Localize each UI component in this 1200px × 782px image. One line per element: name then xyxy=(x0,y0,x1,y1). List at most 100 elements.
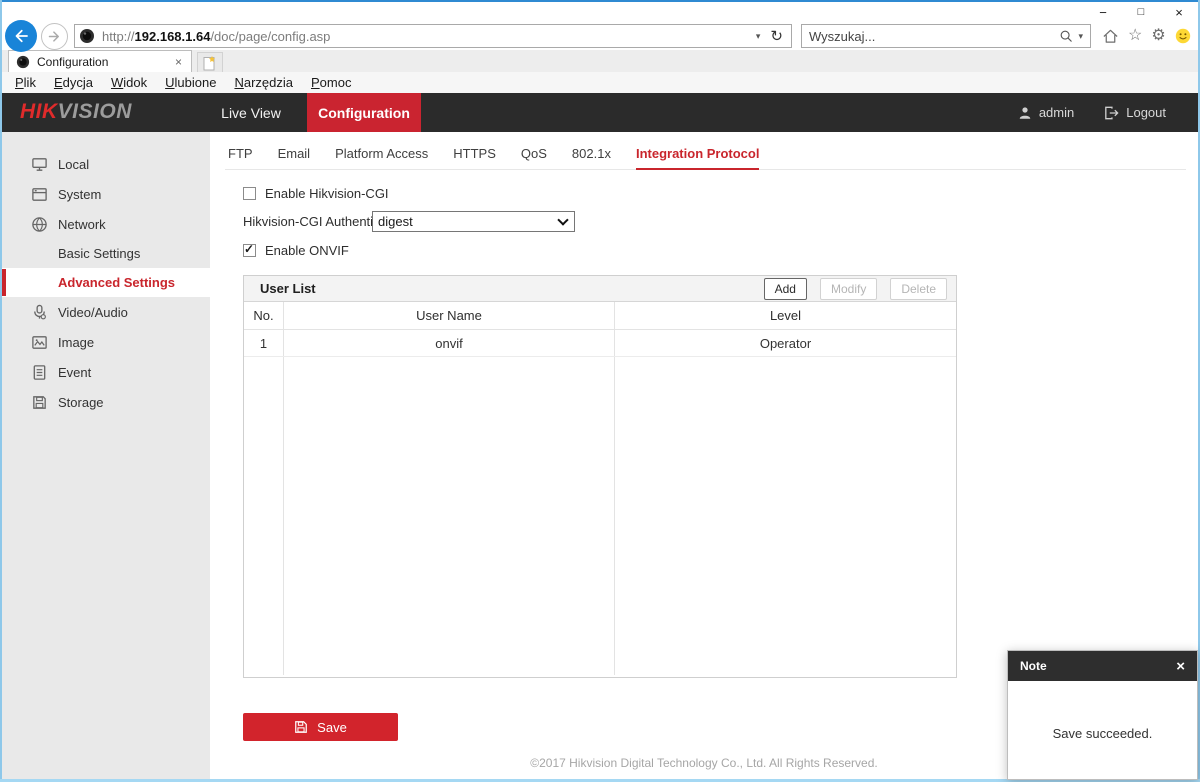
maximize-button[interactable]: □ xyxy=(1122,2,1160,22)
forward-arrow-icon xyxy=(47,29,62,44)
close-button[interactable]: × xyxy=(1160,2,1198,22)
enable-cgi-checkbox[interactable] xyxy=(243,187,256,200)
nav-configuration[interactable]: Configuration xyxy=(307,93,421,132)
cell-no: 1 xyxy=(244,330,284,356)
logout-label: Logout xyxy=(1126,105,1166,120)
new-tab-button[interactable] xyxy=(197,52,223,72)
tab-8021x[interactable]: 802.1x xyxy=(572,143,611,170)
feedback-smiley-icon[interactable] xyxy=(1175,28,1191,44)
sidebar-item-label: Storage xyxy=(58,395,104,410)
menu-pomoc[interactable]: Pomoc xyxy=(302,75,360,90)
sidebar-item-label: Network xyxy=(58,217,106,232)
menu-bar: Plik Edycja Widok Ulubione Narzędzia Pom… xyxy=(2,72,1198,93)
modify-button[interactable]: Modify xyxy=(820,278,877,300)
search-dropdown-icon[interactable]: ▾ xyxy=(1073,31,1083,42)
tab-close-icon[interactable]: × xyxy=(173,55,184,69)
sidebar-item-video-audio[interactable]: Video/Audio xyxy=(2,297,210,327)
title-bar: − □ × xyxy=(2,2,1198,22)
search-input[interactable] xyxy=(809,29,1059,44)
nav-live-view[interactable]: Live View xyxy=(207,93,295,132)
note-close-icon[interactable]: × xyxy=(1176,659,1185,674)
sidebar-item-system[interactable]: System xyxy=(2,179,210,209)
enable-cgi-label: Enable Hikvision-CGI xyxy=(265,186,389,201)
tab-https[interactable]: HTTPS xyxy=(453,143,496,170)
enable-onvif-row: Enable ONVIF xyxy=(243,243,349,258)
hikvision-logo: HIKVISION xyxy=(20,100,132,124)
cell-level: Operator xyxy=(615,330,956,356)
current-user: admin xyxy=(1018,105,1074,120)
tab-favicon xyxy=(16,55,30,69)
user-area: admin Logout xyxy=(1018,93,1166,132)
note-dialog-title: Note xyxy=(1020,659,1176,673)
back-arrow-icon xyxy=(12,27,30,45)
chevron-down-icon xyxy=(557,214,568,225)
search-box: ▾ xyxy=(801,24,1091,48)
logo-vision-text: VISION xyxy=(58,100,132,123)
forward-button[interactable] xyxy=(41,23,68,50)
sidebar-item-label: Image xyxy=(58,335,94,350)
user-list-title: User List xyxy=(260,281,751,296)
search-icon[interactable] xyxy=(1059,29,1073,43)
empty-col-no xyxy=(244,357,284,675)
cell-username: onvif xyxy=(284,330,615,356)
user-table-header: No. User Name Level xyxy=(244,302,956,330)
save-button[interactable]: Save xyxy=(243,713,398,741)
sidebar-item-local[interactable]: Local xyxy=(2,149,210,179)
enable-cgi-row: Enable Hikvision-CGI xyxy=(243,186,389,201)
column-header-level: Level xyxy=(615,302,956,329)
app-header: HIKVISION Live View Configuration admin … xyxy=(2,93,1198,132)
cgi-authentication-label: Hikvision-CGI Authenticat... xyxy=(243,214,372,229)
sidebar-item-label: Local xyxy=(58,157,89,172)
url-path: /doc/page/config.asp xyxy=(210,29,330,44)
sidebar-item-label: Advanced Settings xyxy=(58,275,175,290)
logout-icon xyxy=(1104,106,1119,120)
address-dropdown-icon[interactable]: ▾ xyxy=(750,31,767,42)
note-dialog-message: Save succeeded. xyxy=(1008,681,1197,741)
tab-bar: Configuration × xyxy=(2,50,1198,72)
settings-tabs: FTP Email Platform Access HTTPS QoS 802.… xyxy=(225,143,1186,170)
url-prefix: http:// xyxy=(102,29,135,44)
tab-ftp[interactable]: FTP xyxy=(228,143,253,170)
sidebar-item-advanced-settings[interactable]: Advanced Settings xyxy=(2,268,210,297)
enable-onvif-checkbox[interactable] xyxy=(243,244,256,257)
sidebar: Local System Network Basic Settings Adva… xyxy=(2,132,210,779)
browser-toolbar-icons: ☆ ⚙ xyxy=(1102,28,1191,45)
sidebar-item-label: System xyxy=(58,187,101,202)
table-row[interactable]: 1 onvif Operator xyxy=(244,330,956,357)
tab-integration-protocol[interactable]: Integration Protocol xyxy=(636,143,760,170)
window-border-top xyxy=(0,0,1200,2)
delete-button[interactable]: Delete xyxy=(890,278,947,300)
tab-qos[interactable]: QoS xyxy=(521,143,547,170)
add-button[interactable]: Add xyxy=(764,278,807,300)
settings-gear-icon[interactable]: ⚙ xyxy=(1151,28,1165,44)
tab-platform-access[interactable]: Platform Access xyxy=(335,143,428,170)
sidebar-item-basic-settings[interactable]: Basic Settings xyxy=(2,239,210,268)
menu-plik[interactable]: Plik xyxy=(6,75,45,90)
save-button-label: Save xyxy=(317,720,347,735)
navigation-bar: http://192.168.1.64/doc/page/config.asp … xyxy=(2,22,1198,50)
menu-ulubione[interactable]: Ulubione xyxy=(156,75,225,90)
cgi-authentication-select[interactable]: digest xyxy=(372,211,575,232)
storage-icon xyxy=(31,394,48,411)
minimize-button[interactable]: − xyxy=(1084,2,1122,22)
home-icon[interactable] xyxy=(1102,28,1119,45)
back-button[interactable] xyxy=(5,20,37,52)
sidebar-item-label: Video/Audio xyxy=(58,305,128,320)
logout-button[interactable]: Logout xyxy=(1104,105,1166,120)
sidebar-item-storage[interactable]: Storage xyxy=(2,387,210,417)
tab-email[interactable]: Email xyxy=(278,143,311,170)
menu-widok[interactable]: Widok xyxy=(102,75,156,90)
tab-title: Configuration xyxy=(37,55,173,69)
sidebar-item-image[interactable]: Image xyxy=(2,327,210,357)
address-bar[interactable]: http://192.168.1.64/doc/page/config.asp … xyxy=(74,24,792,48)
menu-edycja[interactable]: Edycja xyxy=(45,75,102,90)
refresh-icon[interactable]: ↻ xyxy=(766,27,787,45)
sidebar-item-event[interactable]: Event xyxy=(2,357,210,387)
note-dialog: Note × Save succeeded. xyxy=(1007,650,1198,780)
sidebar-item-network[interactable]: Network xyxy=(2,209,210,239)
favorites-star-icon[interactable]: ☆ xyxy=(1128,28,1142,44)
browser-window: − □ × http://192.168.1.64/doc/page/confi… xyxy=(0,0,1200,782)
menu-narzedzia[interactable]: Narzędzia xyxy=(225,75,302,90)
save-floppy-icon xyxy=(294,720,308,734)
browser-tab-configuration[interactable]: Configuration × xyxy=(8,50,192,72)
